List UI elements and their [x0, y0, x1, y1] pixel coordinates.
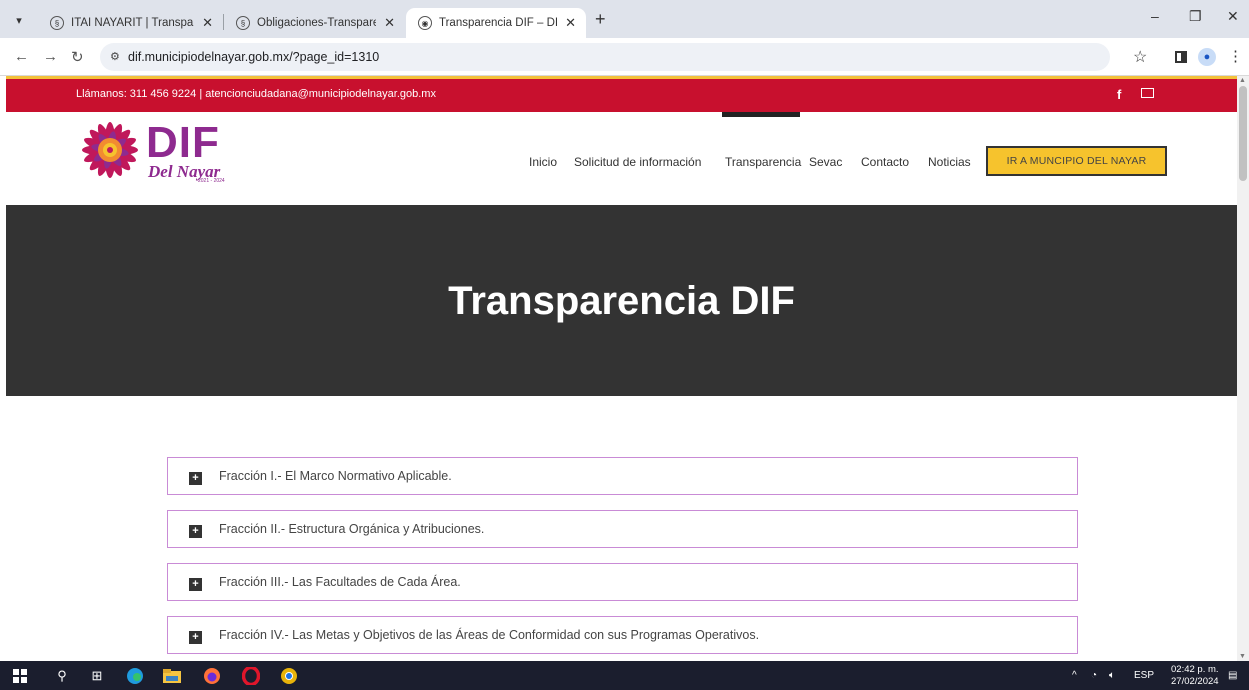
nav-noticias[interactable]: Noticias	[928, 155, 971, 169]
edge-icon[interactable]	[125, 666, 145, 686]
restore-icon[interactable]: ❐	[1189, 8, 1202, 25]
browser-tab[interactable]: § ITAI NAYARIT | Transparencia ✕	[38, 8, 223, 38]
browser-tab[interactable]: § Obligaciones-Transparencia | IT ✕	[224, 8, 405, 38]
address-bar[interactable]: ⚙ dif.municipiodelnayar.gob.mx/?page_id=…	[100, 43, 1110, 71]
browser-toolbar: ← → ↻ ⚙ dif.municipiodelnayar.gob.mx/?pa…	[0, 38, 1249, 76]
page-scrollbar[interactable]: ▲ ▼	[1237, 76, 1249, 661]
site-favicon-icon: §	[236, 16, 250, 30]
task-view-icon[interactable]: ⊞	[87, 666, 107, 686]
close-window-icon[interactable]: ✕	[1227, 8, 1239, 25]
language-indicator[interactable]: ESP	[1134, 670, 1154, 681]
tab-title: ITAI NAYARIT | Transparencia	[71, 17, 194, 29]
municipio-cta-button[interactable]: IR A MUNCIPIO DEL NAYAR	[986, 146, 1167, 176]
flower-logo-icon	[82, 122, 138, 178]
tab-close-icon[interactable]: ✕	[565, 15, 576, 31]
expand-plus-icon[interactable]: +	[189, 525, 202, 538]
hero-banner: Transparencia DIF	[6, 205, 1237, 396]
profile-avatar-icon[interactable]: ●	[1198, 48, 1216, 66]
clock-date: 27/02/2024	[1171, 676, 1219, 687]
scrollbar-thumb[interactable]	[1239, 86, 1247, 181]
network-icon[interactable]: ◔	[1091, 670, 1097, 681]
site-info-icon[interactable]: ⚙	[110, 50, 120, 63]
expand-plus-icon[interactable]: +	[189, 578, 202, 591]
firefox-icon[interactable]	[202, 666, 222, 686]
side-panel-icon[interactable]	[1175, 51, 1187, 63]
windows-taskbar: ⚲ ⊞ ^ ◔ 🔈︎ ESP 02:42 p. m. 27/02/2024 ▤	[0, 661, 1249, 690]
contact-info[interactable]: Llámanos: 311 456 9224 | atencionciudada…	[76, 88, 436, 100]
browser-tab-strip: ▾ § ITAI NAYARIT | Transparencia ✕ § Obl…	[0, 0, 1249, 38]
bookmark-star-icon[interactable]: ☆	[1133, 47, 1147, 67]
dif-logo[interactable]: DIF Del Nayar 2021 - 2024	[78, 118, 278, 184]
tab-title: Obligaciones-Transparencia | IT	[257, 17, 376, 29]
page-title: Transparencia DIF	[448, 279, 795, 323]
tray-overflow-icon[interactable]: ^	[1072, 670, 1077, 681]
mail-icon[interactable]	[1141, 88, 1154, 98]
clock[interactable]: 02:42 p. m. 27/02/2024	[1171, 664, 1219, 688]
accordion-item[interactable]: + Fracción III.- Las Facultades de Cada …	[167, 563, 1078, 601]
tab-search-chevron-icon[interactable]: ▾	[8, 9, 30, 31]
site-favicon-icon: §	[50, 16, 64, 30]
accordion-item[interactable]: + Fracción I.- El Marco Normativo Aplica…	[167, 457, 1078, 495]
volume-icon[interactable]: 🔈︎	[1109, 670, 1115, 681]
tab-close-icon[interactable]: ✕	[384, 15, 395, 31]
minimize-icon[interactable]: –	[1151, 8, 1159, 24]
logo-main-text: DIF	[146, 118, 220, 167]
chrome-icon[interactable]	[279, 666, 299, 686]
browser-tab-active[interactable]: ◉ Transparencia DIF – DIF Municip ✕	[406, 8, 586, 38]
reload-icon[interactable]: ↻	[71, 48, 84, 66]
accordion-item[interactable]: + Fracción IV.- Las Metas y Objetivos de…	[167, 616, 1078, 654]
new-tab-plus-icon[interactable]: +	[595, 9, 606, 30]
search-icon[interactable]: ⚲	[52, 666, 72, 686]
active-menu-indicator	[722, 112, 800, 117]
accordion-label[interactable]: Fracción II.- Estructura Orgánica y Atri…	[219, 522, 484, 536]
forward-arrow-icon[interactable]: →	[43, 48, 58, 65]
file-explorer-icon[interactable]	[162, 666, 182, 686]
back-arrow-icon[interactable]: ←	[14, 48, 29, 65]
browser-menu-icon[interactable]: ⋮	[1228, 47, 1243, 65]
nav-solicitud[interactable]: Solicitud de información	[574, 155, 701, 169]
scroll-down-icon[interactable]: ▼	[1239, 653, 1246, 660]
opera-icon[interactable]	[241, 666, 261, 686]
accordion-item[interactable]: + Fracción II.- Estructura Orgánica y At…	[167, 510, 1078, 548]
windows-start-icon[interactable]	[10, 666, 30, 686]
url-text[interactable]: dif.municipiodelnayar.gob.mx/?page_id=13…	[128, 50, 379, 64]
clock-time: 02:42 p. m.	[1171, 664, 1219, 675]
nav-transparencia[interactable]: Transparencia	[725, 155, 801, 169]
facebook-icon[interactable]: f	[1117, 87, 1121, 102]
contact-top-bar: Llámanos: 311 456 9224 | atencionciudada…	[6, 76, 1237, 112]
site-header: DIF Del Nayar 2021 - 2024 Inicio Solicit…	[6, 112, 1237, 204]
logo-years: 2021 - 2024	[198, 178, 225, 184]
nav-inicio[interactable]: Inicio	[529, 155, 557, 169]
web-page: Llámanos: 311 456 9224 | atencionciudada…	[0, 76, 1249, 661]
accordion-label[interactable]: Fracción III.- Las Facultades de Cada Ár…	[219, 575, 461, 589]
tab-title: Transparencia DIF – DIF Municip	[439, 17, 558, 29]
tab-close-icon[interactable]: ✕	[202, 15, 213, 31]
scroll-up-icon[interactable]: ▲	[1239, 77, 1246, 84]
expand-plus-icon[interactable]: +	[189, 631, 202, 644]
nav-contacto[interactable]: Contacto	[861, 155, 909, 169]
expand-plus-icon[interactable]: +	[189, 472, 202, 485]
accordion-label[interactable]: Fracción IV.- Las Metas y Objetivos de l…	[219, 628, 759, 642]
accordion-label[interactable]: Fracción I.- El Marco Normativo Aplicabl…	[219, 469, 452, 483]
notifications-icon[interactable]: ▤	[1228, 670, 1237, 681]
nav-sevac[interactable]: Sevac	[809, 155, 842, 169]
globe-icon: ◉	[418, 16, 432, 30]
